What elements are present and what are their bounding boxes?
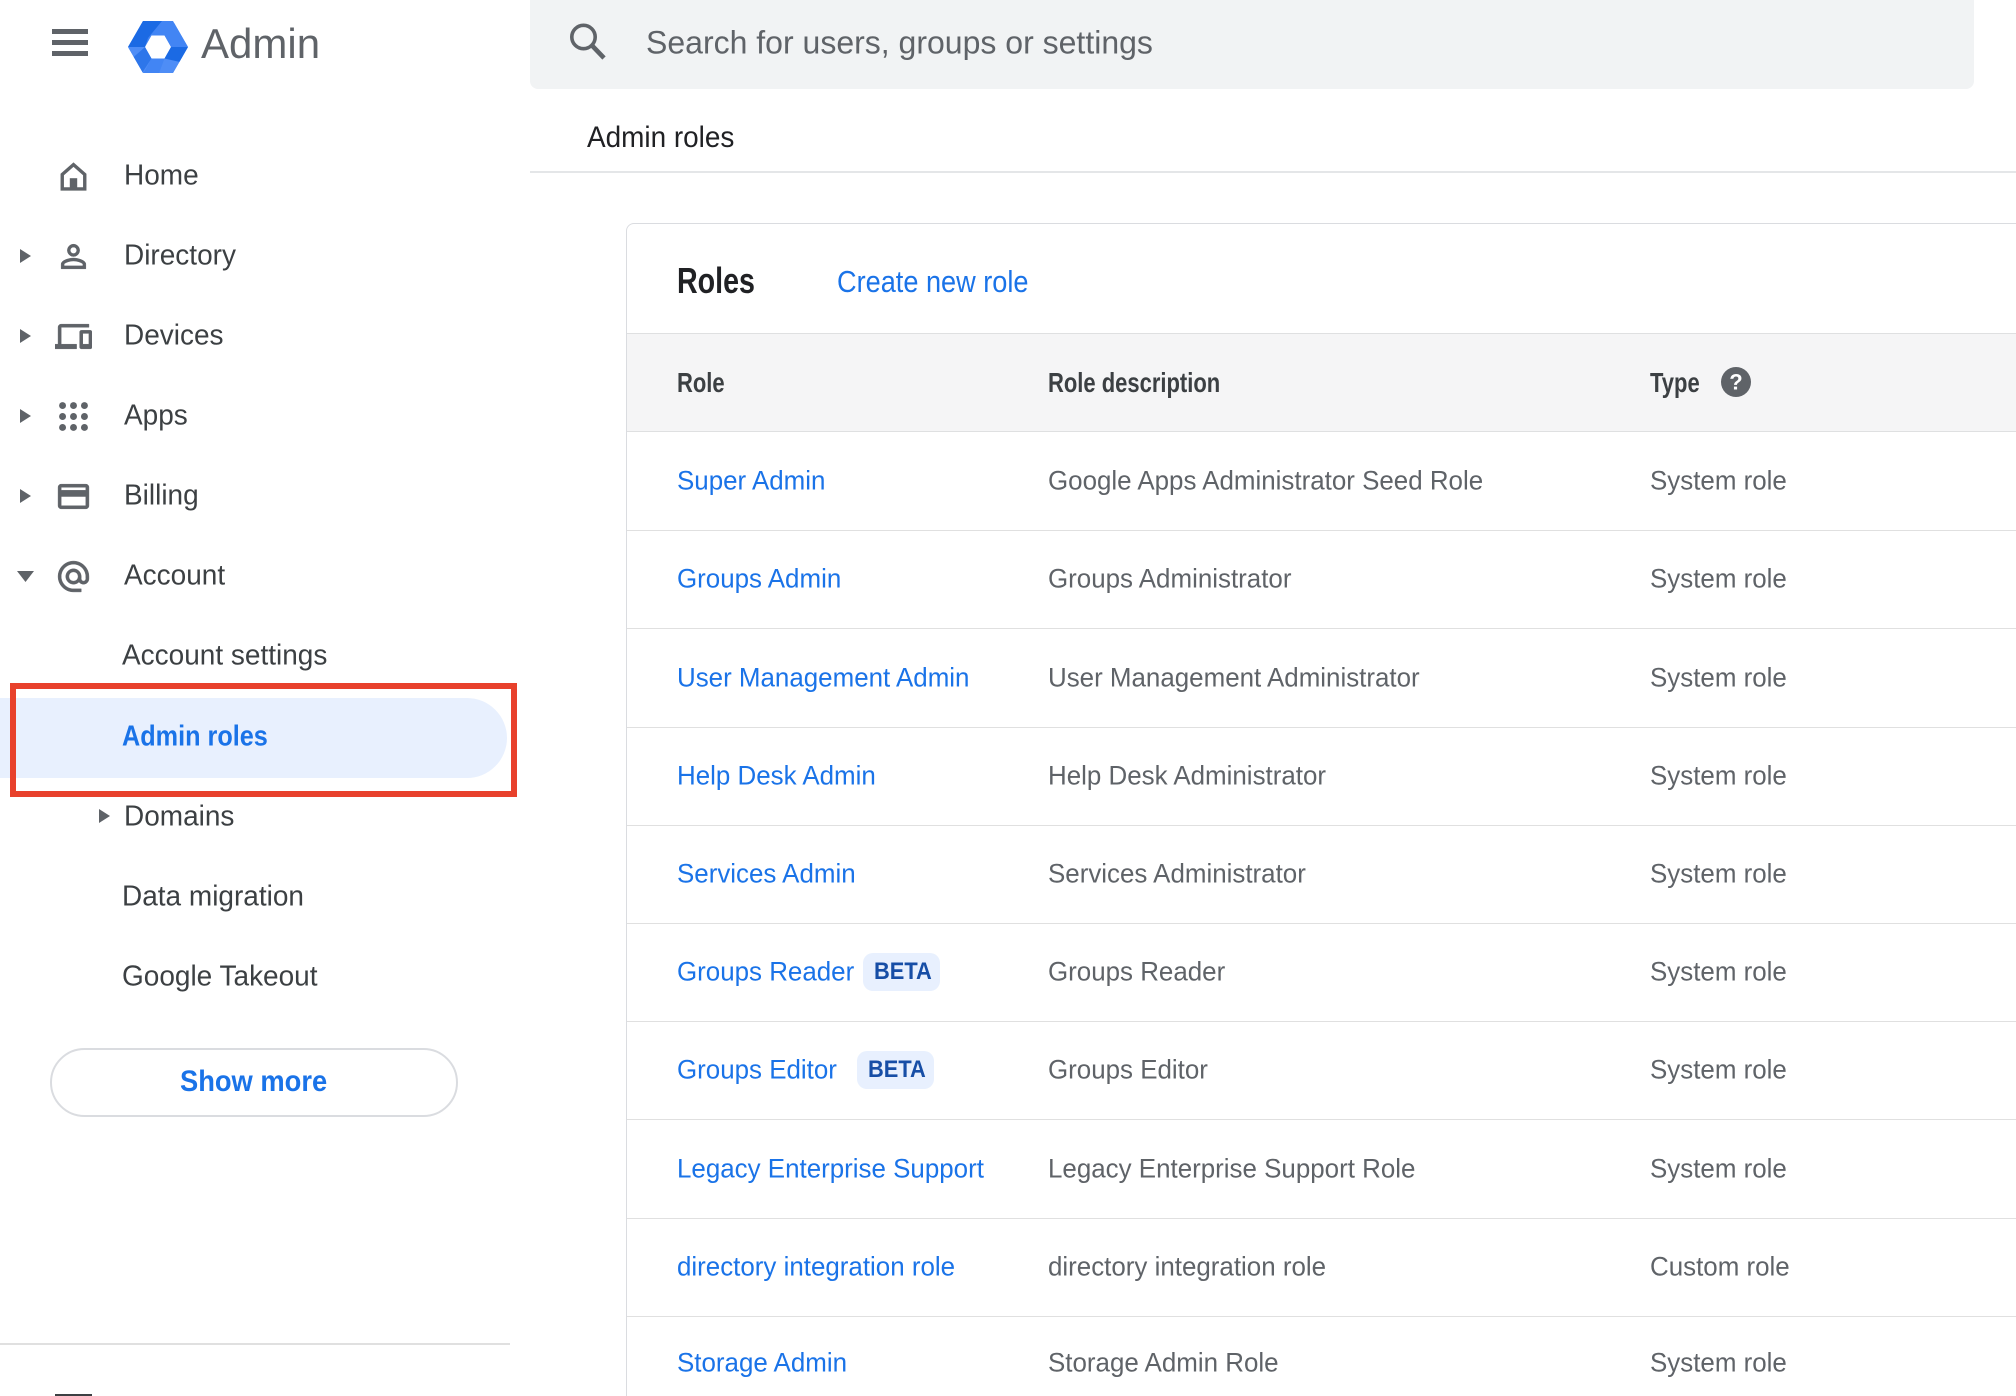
svg-text:?: ? <box>1729 370 1742 395</box>
